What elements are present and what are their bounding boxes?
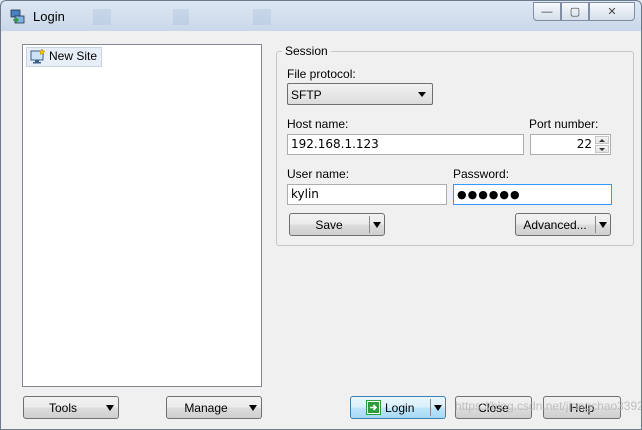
manage-button-label: Manage [184,401,228,415]
manage-button[interactable]: Manage [166,396,262,419]
port-number-label: Port number: [529,117,599,131]
site-tree[interactable]: New Site [22,44,262,387]
dialog-content: New Site Session File protocol: SFTP Hos… [9,31,634,423]
tools-button[interactable]: Tools [23,396,119,419]
user-name-label: User name: [287,167,350,181]
spin-up-icon[interactable] [595,136,609,144]
login-window: Login — ▢ ✕ New Site Session File protoc… [0,0,642,430]
chevron-down-icon [418,92,426,97]
dropdown-arrow-icon[interactable] [599,222,607,228]
file-protocol-value: SFTP [291,88,322,102]
background-ghost-toolbar [93,9,333,25]
advanced-button-label: Advanced... [523,218,587,232]
save-button[interactable]: Save [289,213,385,236]
host-name-input[interactable]: 192.168.1.123 [287,134,524,155]
winscp-app-icon [10,9,25,24]
save-button-label: Save [315,218,343,232]
port-spinner[interactable] [595,136,609,153]
tools-button-label: Tools [48,401,77,415]
spin-down-icon[interactable] [595,145,609,153]
window-title: Login [33,9,65,24]
dropdown-arrow-icon [249,405,257,411]
user-name-input[interactable]: kylin [287,184,447,205]
dropdown-arrow-icon[interactable] [373,222,381,228]
session-group-label: Session [282,44,331,58]
tree-item-new-site[interactable]: New Site [26,47,103,67]
login-button[interactable]: Login [350,396,446,419]
maximize-icon: ▢ [569,6,581,18]
minimize-button[interactable]: — [533,2,561,21]
advanced-button[interactable]: Advanced... [515,213,611,236]
password-label: Password: [453,167,510,181]
host-name-label: Host name: [287,117,349,131]
login-arrow-icon [366,400,381,415]
monitor-new-site-icon [30,48,46,64]
tree-item-label: New Site [49,49,98,63]
dropdown-arrow-icon [106,405,114,411]
port-number-value: 22 [576,137,592,151]
file-protocol-label: File protocol: [287,67,356,81]
minimize-icon: — [541,5,553,18]
login-button-label: Login [385,401,415,415]
watermark-text: https://blog.csdn.net/jiangchao3392 [455,399,642,413]
maximize-button[interactable]: ▢ [561,2,589,21]
window-controls: — ▢ ✕ [533,2,635,22]
close-icon: ✕ [607,6,617,18]
password-input[interactable]: ●●●●●● [453,184,612,205]
file-protocol-select[interactable]: SFTP [287,83,433,105]
close-window-button[interactable]: ✕ [589,2,635,21]
title-bar[interactable]: Login — ▢ ✕ [1,1,641,31]
port-number-stepper[interactable]: 22 [530,134,611,155]
dropdown-arrow-icon[interactable] [434,405,442,411]
